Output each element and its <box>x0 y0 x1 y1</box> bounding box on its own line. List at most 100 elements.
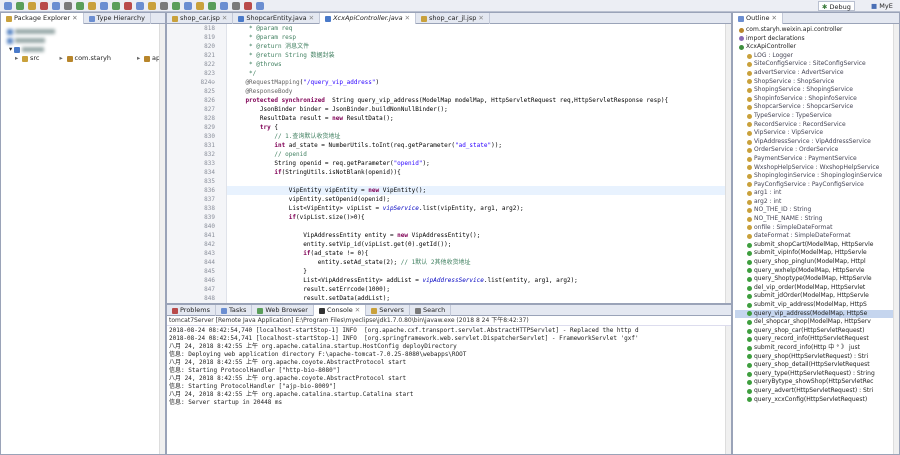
outline-item[interactable]: WxshopHelpService : WxshopHelpService <box>735 164 897 173</box>
console-tab[interactable]: Console ✕ <box>313 305 367 316</box>
editor-tab[interactable]: ShopcarEntity.java ✕ <box>233 13 321 24</box>
code-line[interactable]: @RequestMapping("/query_vip_address") <box>231 78 379 87</box>
expand-icon[interactable]: ▸ <box>137 54 142 63</box>
toolbar-button-icon[interactable] <box>28 2 36 10</box>
toolbar-button-icon[interactable] <box>64 2 72 10</box>
code-line[interactable]: protected synchronized String query_vip_… <box>231 96 668 105</box>
code-line[interactable]: @ResponseBody <box>231 87 292 96</box>
outline-item[interactable]: advertService : AdvertService <box>735 69 897 78</box>
console-tab[interactable]: Web Browser <box>252 305 314 316</box>
outline-item[interactable]: OrderService : OrderService <box>735 146 897 155</box>
outline-item[interactable]: query_shop_pinglun(ModelMap, Httpl <box>735 258 897 267</box>
outline-item[interactable]: query_shop_car(HttpServletRequest) <box>735 327 897 336</box>
outline-item[interactable]: query_vip_address(ModelMap, HttpSe <box>735 309 897 319</box>
code-line[interactable]: int ad_state = NumberUtils.toInt(req.get… <box>231 141 502 150</box>
outline-item[interactable]: PaymentService : PaymentService <box>735 155 897 164</box>
toolbar-button-icon[interactable] <box>88 2 96 10</box>
toolbar-button-icon[interactable] <box>172 2 180 10</box>
toolbar-button-icon[interactable] <box>4 2 12 10</box>
outline-item[interactable]: del_vip_order(ModelMap, HttpServlet <box>735 284 897 293</box>
project-node[interactable]: ▾ <box>3 45 163 54</box>
expand-icon[interactable]: ▸ <box>15 54 20 63</box>
tab-package-explorer[interactable]: Package Explorer ✕ <box>1 13 84 24</box>
toolbar-button-icon[interactable] <box>112 2 120 10</box>
outline-item[interactable]: SiteConfigService : SiteConfigService <box>735 60 897 69</box>
tab-outline[interactable]: Outline ✕ <box>733 13 783 24</box>
code-line[interactable]: result.setData(addList); <box>231 294 390 303</box>
outline-item[interactable]: submit_shopCart(ModelMap, HttpServle <box>735 241 897 250</box>
code-line[interactable]: ResultData result = new ResultData(); <box>231 114 394 123</box>
editor-scrollbar[interactable] <box>725 24 731 303</box>
close-icon[interactable]: ✕ <box>478 13 483 24</box>
toolbar-button-icon[interactable] <box>256 2 264 10</box>
outline-item[interactable]: query_wxhelp(ModelMap, HttpServle <box>735 267 897 276</box>
editor-tab[interactable]: XcxApiController.java ✕ <box>320 13 417 24</box>
code-line[interactable]: result.setErrcode(1000); <box>231 285 390 294</box>
toolbar-button-icon[interactable] <box>40 2 48 10</box>
code-line[interactable]: * @param req <box>231 24 292 33</box>
toolbar-button-icon[interactable] <box>148 2 156 10</box>
code-line[interactable]: * @param resp <box>231 33 296 42</box>
toolbar-button-icon[interactable] <box>76 2 84 10</box>
close-icon[interactable]: ✕ <box>405 13 410 24</box>
console-tab[interactable]: Servers <box>366 305 410 316</box>
outline-item[interactable]: query_shop_detail(HttpServletRequest <box>735 361 897 370</box>
code-line[interactable]: VipEntity vipEntity = new VipEntity(); <box>231 186 426 195</box>
toolbar-button-icon[interactable] <box>232 2 240 10</box>
toolbar-button-icon[interactable] <box>208 2 216 10</box>
editor-tab[interactable]: shop_car_jl.jsp ✕ <box>416 13 490 24</box>
outline-item[interactable]: com.staryh.weixin.api.controller <box>735 26 897 35</box>
tree-scrollbar[interactable] <box>159 24 165 454</box>
outline-scrollbar[interactable] <box>893 24 899 454</box>
outline-item[interactable]: query_Shoptype(ModelMap, HttpServle <box>735 275 897 284</box>
outline-item[interactable]: ShopService : ShopService <box>735 78 897 87</box>
editor-tab[interactable]: shop_car.jsp ✕ <box>167 13 234 24</box>
outline-item[interactable]: submit_record_info(Http 中 ° 》 just <box>735 344 897 353</box>
toolbar-button-icon[interactable] <box>136 2 144 10</box>
console-tab[interactable]: Tasks <box>216 305 253 316</box>
outline-item[interactable]: VipAddressService : VipAddressService <box>735 138 897 147</box>
close-icon[interactable]: ✕ <box>772 13 777 24</box>
code-line[interactable]: entity.setVip_id(vipList.get(0).getId())… <box>231 240 451 249</box>
expand-icon[interactable]: ▸ <box>60 54 65 63</box>
outline-item[interactable]: PayConfigService : PayConfigService <box>735 181 897 190</box>
outline-item[interactable]: query_xcxConfig(HttpServletRequest) <box>735 396 897 405</box>
toolbar-button-icon[interactable] <box>160 2 168 10</box>
code-line[interactable]: try { <box>231 123 278 132</box>
code-line[interactable]: // 1.查询默认收货地址 <box>231 132 340 141</box>
outline-item[interactable]: ShopingloginService : ShopingloginServic… <box>735 172 897 181</box>
outline-item[interactable]: arg2 : int <box>735 198 897 207</box>
outline-item[interactable]: arg1 : int <box>735 189 897 198</box>
outline-item[interactable]: ShopinfoService : ShopinfoService <box>735 95 897 104</box>
code-line[interactable]: JsonBinder binder = JsonBinder.buildNonN… <box>231 105 448 114</box>
outline-item[interactable]: query_type(HttpServletRequest) : String <box>735 370 897 379</box>
toolbar-button-icon[interactable] <box>100 2 108 10</box>
tree-item[interactable]: ▸ src <box>3 54 40 63</box>
code-line[interactable]: * @throws <box>231 60 282 69</box>
code-line[interactable]: String openid = req.getParameter("openid… <box>231 159 429 168</box>
outline-item[interactable]: query_record_info(HttpServletRequest <box>735 335 897 344</box>
outline-item[interactable]: submit_vip_address(ModelMap, HttpS <box>735 301 897 310</box>
myeclipse-perspective[interactable]: ■ MyE <box>868 1 896 11</box>
outline-item[interactable]: NO_THE_ID : String <box>735 206 897 215</box>
toolbar-button-icon[interactable] <box>244 2 252 10</box>
code-line[interactable]: if(vipList.size()>0){ <box>231 213 365 222</box>
outline-item[interactable]: submit_jdOrder(ModelMap, HttpServle <box>735 292 897 301</box>
debug-perspective[interactable]: ✱ Debug <box>818 1 855 11</box>
console-tab[interactable]: Problems <box>167 305 216 316</box>
code-line[interactable]: */ <box>231 69 256 78</box>
outline-item[interactable]: LOG : Logger <box>735 52 897 61</box>
toolbar-button-icon[interactable] <box>196 2 204 10</box>
toolbar-button-icon[interactable] <box>52 2 60 10</box>
tree-item[interactable]: ▸ api <box>113 54 162 63</box>
outline-item[interactable]: XcxApiController <box>735 43 897 52</box>
code-line[interactable]: entity.setAd_state(2); // 1默认 2其他收货地址 <box>231 258 471 267</box>
console-tab[interactable]: Search <box>410 305 452 316</box>
outline-item[interactable]: import declarations <box>735 35 897 44</box>
close-icon[interactable]: ✕ <box>72 13 77 24</box>
code-line[interactable]: List<VipEntity> vipList = vipService.lis… <box>231 204 524 213</box>
toolbar-button-icon[interactable] <box>184 2 192 10</box>
toolbar-button-icon[interactable] <box>16 2 24 10</box>
tree-item[interactable]: ▸ com.staryh <box>42 54 112 63</box>
close-icon[interactable]: ✕ <box>355 305 360 316</box>
